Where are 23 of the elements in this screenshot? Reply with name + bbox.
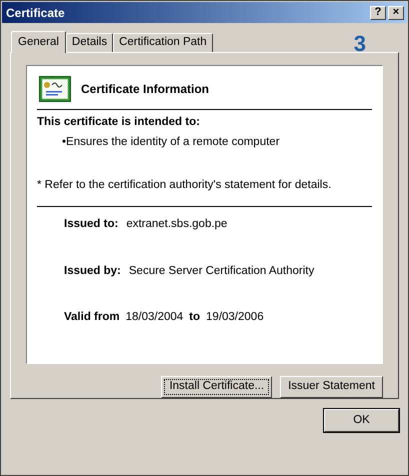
field-label: Issued by: bbox=[64, 264, 121, 278]
tab[interactable]: General bbox=[11, 31, 66, 53]
field-value: 19/03/2006 bbox=[206, 310, 264, 325]
help-button[interactable]: ? bbox=[370, 6, 386, 20]
window-title: Certificate bbox=[6, 4, 66, 22]
purpose-item: •Ensures the identity of a remote computer bbox=[61, 135, 281, 150]
ok-button[interactable]: OK bbox=[324, 409, 399, 432]
field-label: to bbox=[189, 310, 200, 325]
install-certificate-button[interactable]: Install Certificate... bbox=[161, 376, 272, 398]
statement-note: * Refer to the certification authority's statement for details. bbox=[37, 178, 332, 193]
certificate-icon bbox=[39, 76, 71, 102]
close-button[interactable]: × bbox=[388, 6, 404, 20]
field-label: Valid from bbox=[64, 310, 120, 325]
tab[interactable]: Details bbox=[66, 33, 114, 52]
field-value: Secure Server Certification Authority bbox=[128, 264, 314, 278]
annotation-number: 3 bbox=[354, 33, 366, 55]
field-value: 18/03/2004 bbox=[126, 310, 184, 325]
tab[interactable]: Certification Path bbox=[113, 33, 213, 52]
info-heading: Certificate Information bbox=[81, 81, 210, 98]
issuer-statement-button[interactable]: Issuer Statement bbox=[280, 376, 383, 398]
field-value: extranet.sbs.gob.pe bbox=[126, 217, 228, 232]
purpose-title: This certificate is intended to: bbox=[37, 115, 201, 130]
field-label: Issued to: bbox=[64, 217, 118, 232]
